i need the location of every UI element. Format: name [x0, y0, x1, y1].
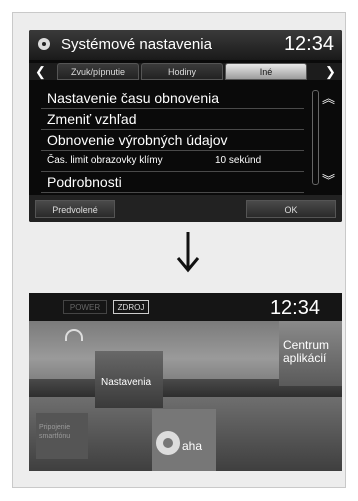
- settings-title: Systémové nastavenia: [61, 36, 212, 53]
- tile-app-center[interactable]: Centrum aplikácií: [279, 321, 342, 386]
- home-wallpaper: Nastavenia aha Centrum aplikácií Pripoje…: [29, 321, 342, 471]
- list-item-label: Zmeniť vzhľad: [47, 111, 137, 127]
- tab-clock[interactable]: Hodiny: [141, 63, 223, 80]
- list-item-label: Čas. limit obrazovky klímy: [47, 155, 163, 166]
- list-item-label: Nastavenie času obnovenia: [47, 90, 220, 106]
- source-button[interactable]: ZDROJ: [113, 300, 149, 314]
- tile-app-center-label: Centrum aplikácií: [283, 338, 330, 365]
- default-button[interactable]: Predvolené: [35, 200, 115, 218]
- chevron-right-icon[interactable]: ❯: [325, 63, 336, 80]
- list-item-restore-time[interactable]: Nastavenie času obnovenia: [41, 88, 304, 109]
- list-item-label: Obnovenie výrobných údajov: [47, 132, 228, 148]
- tile-smartphone-connect[interactable]: Pripojenie smartfónu: [36, 413, 88, 459]
- list-item-value: 10 sekúnd: [215, 155, 262, 166]
- aha-icon: [156, 431, 180, 455]
- list-item-climate-timeout[interactable]: Čas. limit obrazovky klímy 10 sekúnd: [41, 151, 304, 172]
- list-item-details[interactable]: Podrobnosti: [41, 172, 304, 193]
- system-settings-screen: Systémové nastavenia 12:34 ❮ Zvuk/pípnut…: [29, 30, 342, 222]
- tile-settings[interactable]: Nastavenia: [95, 351, 163, 408]
- settings-header: Systémové nastavenia 12:34: [29, 30, 342, 60]
- home-screen: POWER ZDROJ 12:34 Nastavenia aha Centrum…: [29, 293, 342, 471]
- tab-sound-beep[interactable]: Zvuk/pípnutie: [57, 63, 139, 80]
- list-item-label: Podrobnosti: [47, 174, 122, 190]
- arrow-down-icon: [176, 232, 200, 273]
- page-indicator: [174, 461, 204, 471]
- speedometer-icon[interactable]: [65, 329, 83, 341]
- gear-icon: [38, 38, 50, 50]
- scroll-up-icon[interactable]: ︽: [322, 88, 335, 107]
- scrollbar[interactable]: [312, 90, 319, 185]
- tab-other[interactable]: Iné: [225, 63, 307, 80]
- tab-bar: ❮ Zvuk/pípnutie Hodiny Iné ❯: [29, 63, 342, 80]
- clock: 12:34: [269, 297, 320, 319]
- settings-footer: Predvolené OK: [29, 195, 342, 222]
- chevron-left-icon[interactable]: ❮: [35, 63, 46, 80]
- tile-phone-label: Pripojenie smartfónu: [39, 424, 71, 440]
- home-top-bar: POWER ZDROJ 12:34: [29, 293, 342, 321]
- scroll-down-icon[interactable]: ︾: [322, 170, 335, 189]
- ok-button[interactable]: OK: [246, 200, 336, 218]
- tile-aha-label: aha: [182, 439, 203, 453]
- tile-settings-label: Nastavenia: [101, 377, 152, 388]
- power-button[interactable]: POWER: [63, 300, 107, 314]
- clock: 12:34: [283, 33, 334, 55]
- list-item-change-skin[interactable]: Zmeniť vzhľad: [41, 109, 304, 130]
- list-item-factory-reset[interactable]: Obnovenie výrobných údajov: [41, 130, 304, 151]
- settings-list: Nastavenie času obnovenia Zmeniť vzhľad …: [41, 88, 304, 193]
